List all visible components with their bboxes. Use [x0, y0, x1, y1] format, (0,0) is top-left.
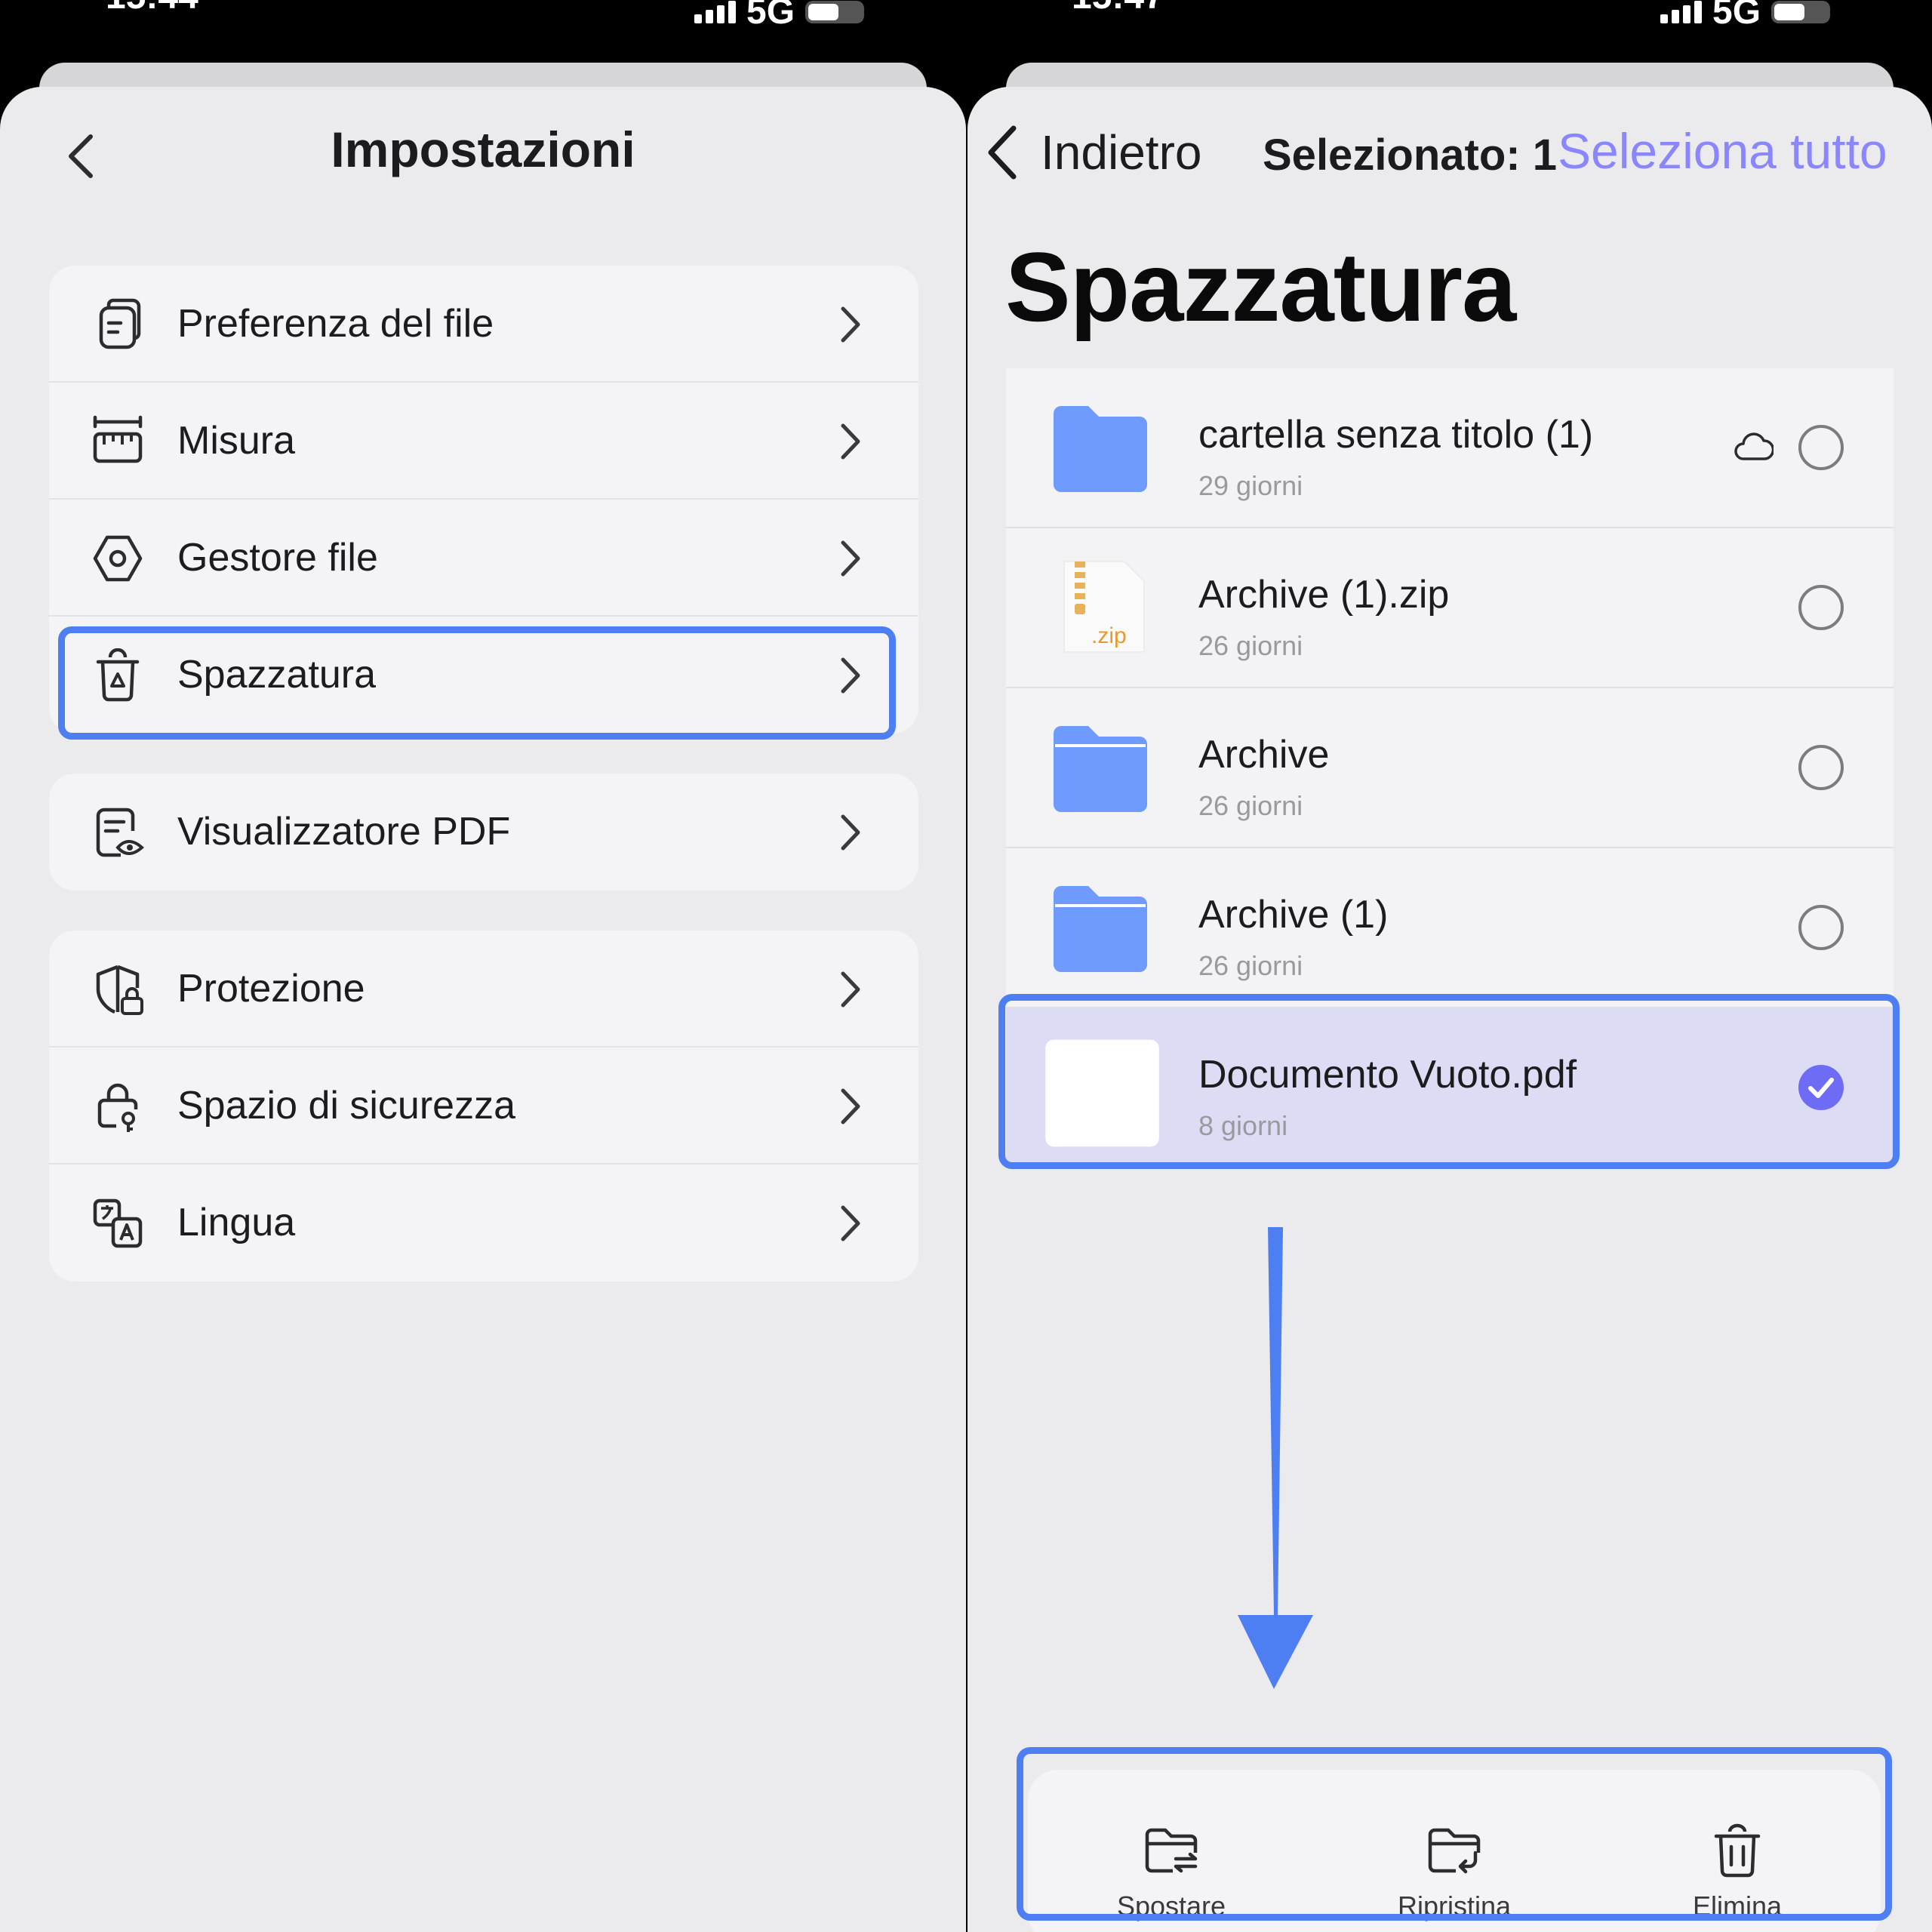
item-age: 26 giorni	[1198, 630, 1303, 661]
chevron-right-icon	[841, 657, 860, 694]
settings-item-label: Misura	[177, 419, 296, 463]
settings-item-label: Spazio di sicurezza	[177, 1084, 515, 1128]
status-time-right: 15:47	[1072, 0, 1164, 17]
item-name: Documento Vuoto.pdf	[1198, 1053, 1577, 1097]
settings-item-language[interactable]: Lingua	[49, 1164, 918, 1281]
settings-item-measure[interactable]: Misura	[49, 383, 918, 500]
item-age: 26 giorni	[1198, 950, 1303, 981]
trash-title: Spazzatura	[1005, 232, 1516, 342]
trash-icon	[96, 648, 140, 702]
network-label: 5G	[1712, 0, 1761, 32]
cloud-icon	[1734, 432, 1774, 460]
hex-gear-icon	[93, 535, 143, 582]
settings-item-label: Lingua	[177, 1201, 296, 1244]
item-name: Archive (1).zip	[1198, 573, 1450, 617]
select-all-button[interactable]: Seleziona tutto	[1558, 122, 1887, 180]
chevron-right-icon	[841, 814, 860, 851]
settings-item-file-preference[interactable]: Preferenza del file	[49, 266, 918, 383]
ruler-icon	[93, 415, 143, 463]
delete-label: Elimina	[1692, 1890, 1783, 1921]
settings-group: Protezione Spazio di sicurezza Lingua	[49, 931, 918, 1281]
network-label: 5G	[746, 0, 795, 32]
folder-icon	[1054, 726, 1147, 812]
item-age: 29 giorni	[1198, 470, 1303, 501]
status-bar: 15:44 5G 15:47 5G	[0, 0, 1932, 68]
settings-item-label: Protezione	[177, 967, 365, 1011]
back-button[interactable]: Indietro	[985, 122, 1201, 183]
folder-move-icon	[1145, 1828, 1198, 1873]
selection-count: Selezionato: 1	[1263, 131, 1557, 180]
bottom-toolbar: Spostare Ripristina Elimina	[1028, 1770, 1881, 1932]
checkmark-icon	[1808, 1078, 1834, 1098]
zip-label: .zip	[1091, 623, 1127, 648]
chevron-right-icon	[841, 1205, 860, 1241]
settings-item-label: Visualizzatore PDF	[177, 810, 511, 854]
shield-lock-icon	[96, 964, 143, 1015]
status-icons-left: 5G	[694, 0, 865, 32]
folder-icon	[1054, 406, 1147, 492]
status-icons-right: 5G	[1660, 0, 1831, 32]
chevron-right-icon	[841, 306, 860, 343]
move-button[interactable]: Spostare	[1081, 1823, 1262, 1922]
list-item-selected[interactable]: Documento Vuoto.pdf 8 giorni	[1006, 1008, 1894, 1168]
select-radio[interactable]	[1798, 905, 1844, 950]
select-radio[interactable]	[1798, 585, 1844, 630]
list-item[interactable]: .zip Archive (1).zip 26 giorni	[1006, 528, 1894, 688]
status-time-left: 15:44	[106, 0, 198, 17]
settings-item-secure-space[interactable]: Spazio di sicurezza	[49, 1048, 918, 1164]
settings-item-trash[interactable]: Spazzatura	[49, 617, 918, 734]
folder-restore-icon	[1428, 1828, 1481, 1874]
battery-icon	[1771, 0, 1831, 23]
delete-button[interactable]: Elimina	[1647, 1823, 1828, 1922]
settings-group: Visualizzatore PDF	[49, 774, 918, 891]
pdf-viewer-icon	[96, 808, 145, 857]
item-age: 26 giorni	[1198, 790, 1303, 821]
settings-item-protection[interactable]: Protezione	[49, 931, 918, 1048]
list-item[interactable]: Archive (1) 26 giorni	[1006, 848, 1894, 1008]
chevron-right-icon	[841, 540, 860, 577]
move-label: Spostare	[1116, 1890, 1226, 1921]
chevron-right-icon	[841, 971, 860, 1008]
settings-group: Preferenza del file Misura Gestore file	[49, 266, 918, 734]
list-item[interactable]: cartella senza titolo (1) 29 giorni	[1006, 368, 1894, 528]
trash-list: cartella senza titolo (1) 29 giorni .zip…	[1006, 368, 1894, 1168]
chevron-right-icon	[841, 423, 860, 460]
item-name: Archive (1)	[1198, 893, 1389, 937]
restore-label: Ripristina	[1397, 1890, 1512, 1921]
zip-file-icon: .zip	[1063, 561, 1145, 653]
item-name: cartella senza titolo (1)	[1198, 413, 1594, 457]
folder-icon	[1054, 886, 1147, 972]
battery-icon	[805, 0, 865, 23]
padlock-key-icon	[97, 1083, 138, 1132]
page-title: Impostazioni	[331, 122, 635, 177]
settings-item-file-manager[interactable]: Gestore file	[49, 500, 918, 617]
down-arrow-annotation	[1238, 1227, 1313, 1689]
back-chevron-icon	[988, 125, 1017, 180]
signal-icon	[1660, 0, 1702, 23]
item-name: Archive	[1198, 733, 1330, 777]
trash-bin-icon	[1714, 1823, 1761, 1878]
list-item[interactable]: Archive 26 giorni	[1006, 688, 1894, 848]
chevron-right-icon	[841, 1088, 860, 1124]
select-radio-checked[interactable]	[1798, 1065, 1844, 1110]
settings-item-label: Preferenza del file	[177, 302, 494, 346]
select-radio[interactable]	[1798, 425, 1844, 470]
translate-icon	[93, 1198, 143, 1248]
file-preference-icon	[99, 298, 141, 349]
signal-icon	[694, 0, 736, 23]
restore-button[interactable]: Ripristina	[1364, 1823, 1545, 1922]
back-label: Indietro	[1041, 125, 1202, 180]
settings-item-label: Gestore file	[177, 536, 378, 580]
settings-item-label: Spazzatura	[177, 653, 377, 697]
item-age: 8 giorni	[1198, 1110, 1288, 1141]
blank-document-thumbnail	[1045, 1039, 1159, 1147]
settings-item-pdf-viewer[interactable]: Visualizzatore PDF	[49, 774, 918, 891]
select-radio[interactable]	[1798, 745, 1844, 790]
